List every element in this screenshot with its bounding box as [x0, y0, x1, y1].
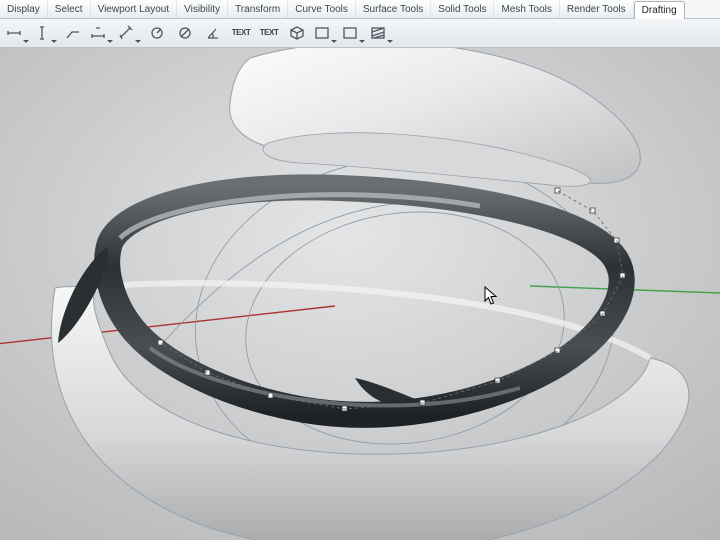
tab-label: Drafting [642, 5, 677, 16]
dim-radius-button[interactable] [144, 20, 170, 46]
tab-label: Select [55, 4, 83, 15]
dropdown-caret-icon [51, 40, 57, 43]
tab-label: Solid Tools [438, 4, 486, 15]
hatch-lines-button[interactable] [368, 20, 394, 46]
dim-leader-button[interactable] [60, 20, 86, 46]
text-label: TEXT [232, 28, 250, 37]
tab-label: Display [7, 4, 40, 15]
dropdown-caret-icon [359, 40, 365, 43]
tab-mesh-tools[interactable]: Mesh Tools [494, 0, 559, 18]
dropdown-caret-icon [23, 40, 29, 43]
tab-surface-tools[interactable]: Surface Tools [356, 0, 431, 18]
viewport-canvas [0, 48, 720, 540]
tab-label: Curve Tools [295, 4, 348, 15]
tab-visibility[interactable]: Visibility [177, 0, 228, 18]
dim-angle-button[interactable] [200, 20, 226, 46]
text-edit-tool-button[interactable]: TEXT [256, 20, 282, 46]
tab-label: Visibility [184, 4, 220, 15]
tab-select[interactable]: Select [48, 0, 91, 18]
dim-diameter-button[interactable] [172, 20, 198, 46]
dropdown-caret-icon [107, 40, 113, 43]
tab-render-tools[interactable]: Render Tools [560, 0, 634, 18]
tab-display[interactable]: Display [0, 0, 48, 18]
tab-label: Surface Tools [363, 4, 423, 15]
text-tool-button[interactable]: TEXT [228, 20, 254, 46]
tab-transform[interactable]: Transform [228, 0, 288, 18]
dropdown-caret-icon [387, 40, 393, 43]
dim-aligned-button[interactable] [116, 20, 142, 46]
dim-vertical-button[interactable] [32, 20, 58, 46]
make2d-button[interactable] [284, 20, 310, 46]
app-window: Display Select Viewport Layout Visibilit… [0, 0, 720, 540]
tab-label: Viewport Layout [98, 4, 170, 15]
tab-solid-tools[interactable]: Solid Tools [431, 0, 494, 18]
dropdown-caret-icon [135, 40, 141, 43]
dropdown-caret-icon [331, 40, 337, 43]
hatch-fill-button[interactable] [340, 20, 366, 46]
dim-linear-button[interactable] [88, 20, 114, 46]
tab-label: Render Tools [567, 4, 626, 15]
tab-viewport-layout[interactable]: Viewport Layout [91, 0, 178, 18]
drafting-toolbar: TEXT TEXT [0, 18, 720, 48]
menu-tab-bar: Display Select Viewport Layout Visibilit… [0, 0, 720, 19]
tab-drafting[interactable]: Drafting [634, 1, 685, 19]
tab-curve-tools[interactable]: Curve Tools [288, 0, 356, 18]
dim-horizontal-button[interactable] [4, 20, 30, 46]
tab-label: Transform [235, 4, 280, 15]
viewport-3d[interactable] [0, 48, 720, 540]
text-label: TEXT [260, 28, 278, 37]
tab-label: Mesh Tools [501, 4, 551, 15]
hatch-rect-button[interactable] [312, 20, 338, 46]
